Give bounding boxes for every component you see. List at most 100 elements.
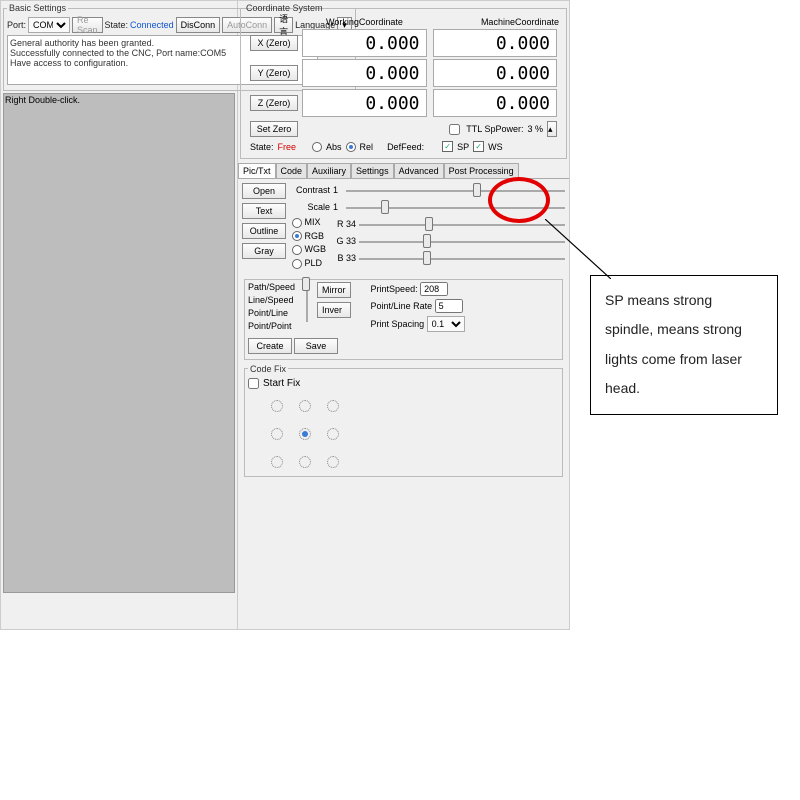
pointline-label: Point/Line	[248, 308, 295, 318]
canvas-hint: Right Double-click.	[5, 95, 80, 105]
wgb-radio[interactable]	[292, 245, 302, 255]
spacing-select[interactable]: 0.1	[427, 316, 465, 332]
tab-advanced[interactable]: Advanced	[394, 163, 444, 178]
z-zero-button[interactable]: Z (Zero)	[250, 95, 298, 111]
rate-label: Point/Line Rate	[371, 301, 433, 311]
scale-slider[interactable]	[346, 200, 565, 214]
ws-checkbox[interactable]: ✓	[473, 141, 484, 152]
startfix-label: Start Fix	[263, 378, 300, 389]
y-zero-button[interactable]: Y (Zero)	[250, 65, 298, 81]
anchor-bc[interactable]	[299, 456, 311, 468]
port-label: Port:	[7, 20, 26, 30]
abs-radio[interactable]	[312, 142, 322, 152]
anchor-tr[interactable]	[327, 400, 339, 412]
app-window: Basic Settings Port: COM5 Re Scan State:…	[0, 0, 570, 630]
rescan-button[interactable]: Re Scan	[72, 17, 103, 33]
r-slider[interactable]	[359, 217, 565, 231]
preview-canvas[interactable]: Right Double-click.	[3, 93, 235, 593]
b-slider[interactable]	[359, 251, 565, 265]
z-working-value: 0.000	[302, 89, 427, 117]
working-coord-label: WorkingCoordinate	[326, 17, 403, 27]
mix-radio[interactable]	[292, 218, 302, 228]
codefix-legend: Code Fix	[248, 364, 288, 374]
g-label: G 33	[330, 236, 356, 246]
save-button[interactable]: Save	[294, 338, 338, 354]
coordinate-group: Coordinate System WorkingCoordinate Mach…	[240, 3, 567, 159]
printspeed-input[interactable]	[420, 282, 448, 296]
x-zero-button[interactable]: X (Zero)	[250, 35, 298, 51]
z-machine-value: 0.000	[433, 89, 558, 117]
run-state-label: State:	[250, 142, 274, 152]
anchor-ml[interactable]	[271, 428, 283, 440]
y-machine-value: 0.000	[433, 59, 558, 87]
create-button[interactable]: Create	[248, 338, 292, 354]
tab-code[interactable]: Code	[276, 163, 308, 178]
b-label: B 33	[330, 253, 356, 263]
pld-label: PLD	[305, 258, 323, 268]
sp-label: SP	[457, 142, 469, 152]
anchor-mc[interactable]	[299, 428, 311, 440]
rel-label: Rel	[360, 142, 374, 152]
anchor-br[interactable]	[327, 456, 339, 468]
basic-settings-legend: Basic Settings	[7, 3, 68, 13]
anchor-tc[interactable]	[299, 400, 311, 412]
rate-input[interactable]	[435, 299, 463, 313]
open-button[interactable]: Open	[242, 183, 286, 199]
text-button[interactable]: Text	[242, 203, 286, 219]
annotation-text: SP means strong spindle, means strong li…	[590, 275, 778, 415]
disconn-button[interactable]: DisConn	[176, 17, 221, 33]
anchor-bl[interactable]	[271, 456, 283, 468]
startfix-checkbox[interactable]	[248, 378, 259, 389]
outline-button[interactable]: Outline	[242, 223, 286, 239]
ttl-value: 3 %	[527, 124, 543, 134]
machine-coord-label: MachineCoordinate	[481, 17, 559, 27]
pathspeed-label: Path/Speed	[248, 282, 295, 292]
pointpoint-label: Point/Point	[248, 321, 295, 331]
pictxt-panel: Open Text Outline Gray Contrast 1 Scale …	[238, 179, 569, 483]
ttl-up-icon[interactable]: ▴	[547, 121, 557, 137]
state-value: Connected	[130, 20, 174, 30]
state-label: State:	[105, 20, 129, 30]
tab-bar: Pic/Txt Code Auxiliary Settings Advanced…	[238, 163, 569, 179]
abs-label: Abs	[326, 142, 342, 152]
deffeed-label: DefFeed:	[387, 142, 424, 152]
rgb-label: RGB	[305, 231, 325, 241]
port-select[interactable]: COM5	[28, 17, 70, 33]
contrast-slider[interactable]	[346, 183, 565, 197]
x-machine-value: 0.000	[433, 29, 558, 57]
sp-checkbox[interactable]: ✓	[442, 141, 453, 152]
wgb-label: WGB	[305, 244, 327, 254]
pld-radio[interactable]	[292, 259, 302, 269]
rel-radio[interactable]	[346, 142, 356, 152]
contrast-label: Contrast	[292, 185, 330, 195]
speed-group: Path/Speed Line/Speed Point/Line Point/P…	[244, 279, 563, 360]
mix-label: MIX	[305, 217, 321, 227]
right-column: Coordinate System WorkingCoordinate Mach…	[238, 1, 569, 629]
r-label: R 34	[330, 219, 356, 229]
mirror-button[interactable]: Mirror	[317, 282, 351, 298]
spacing-label: Print Spacing	[371, 319, 425, 329]
anchor-tl[interactable]	[271, 400, 283, 412]
g-slider[interactable]	[359, 234, 565, 248]
inver-button[interactable]: Inver	[317, 302, 351, 318]
linespeed-label: Line/Speed	[248, 295, 295, 305]
run-state-value: Free	[278, 142, 297, 152]
ws-label: WS	[488, 142, 503, 152]
tab-pictxt[interactable]: Pic/Txt	[238, 163, 276, 178]
coord-legend: Coordinate System	[244, 3, 325, 13]
ttl-checkbox[interactable]	[449, 124, 460, 135]
codefix-group: Code Fix Start Fix	[244, 364, 563, 477]
rgb-radio[interactable]	[292, 231, 302, 241]
y-working-value: 0.000	[302, 59, 427, 87]
tab-auxiliary[interactable]: Auxiliary	[307, 163, 351, 178]
codefix-anchor-grid	[266, 395, 559, 473]
printspeed-label: PrintSpeed:	[371, 284, 418, 294]
anchor-mr[interactable]	[327, 428, 339, 440]
scale-label: Scale	[292, 202, 330, 212]
gray-button[interactable]: Gray	[242, 243, 286, 259]
x-working-value: 0.000	[302, 29, 427, 57]
mode-slider[interactable]	[301, 282, 311, 322]
set-zero-button[interactable]: Set Zero	[250, 121, 298, 137]
tab-postproc[interactable]: Post Processing	[444, 163, 519, 178]
tab-settings[interactable]: Settings	[351, 163, 394, 178]
